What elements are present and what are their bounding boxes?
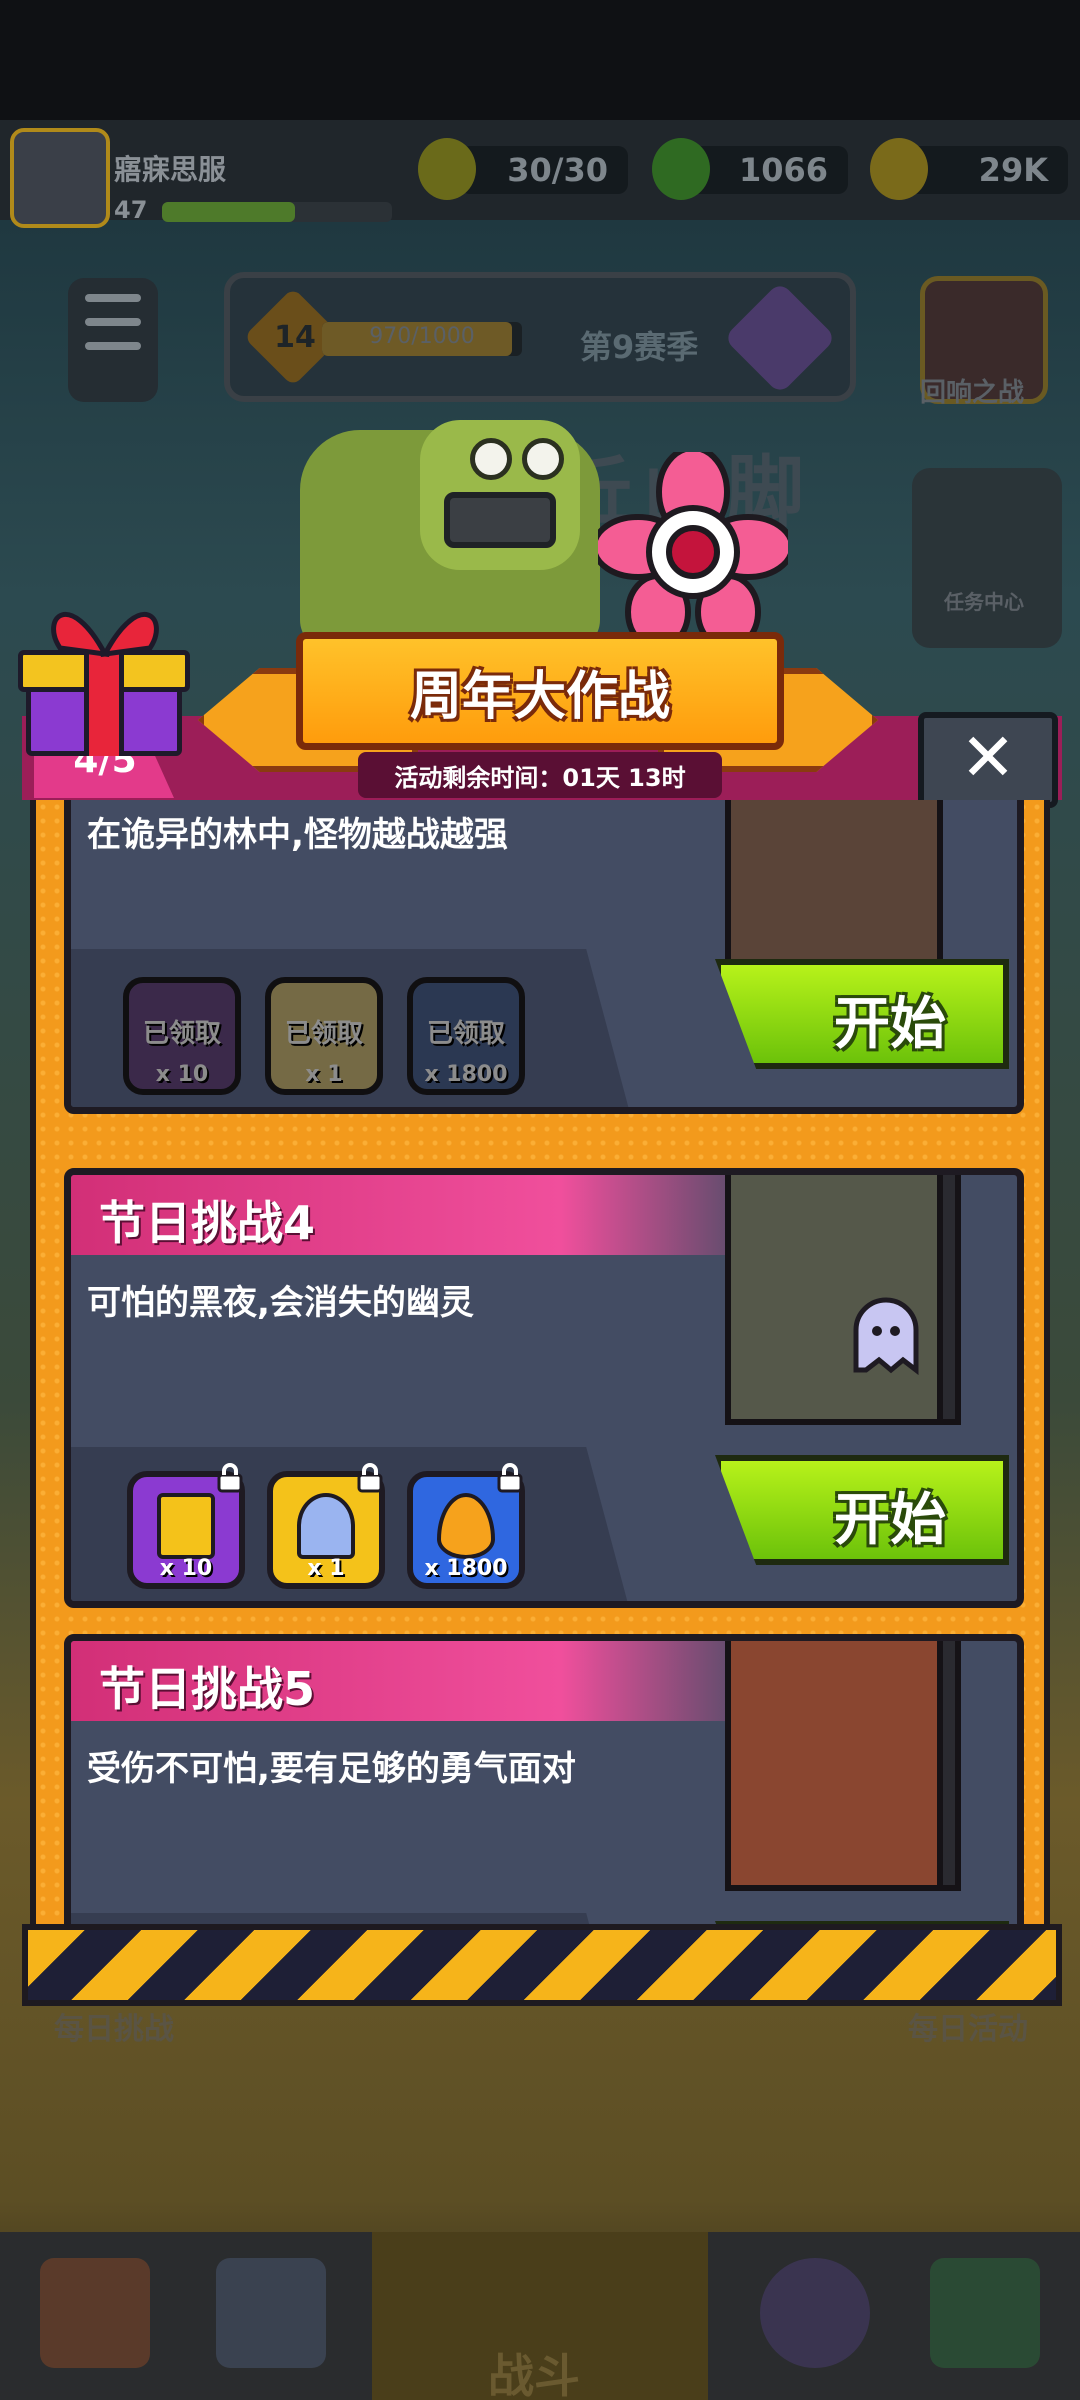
ghost-icon — [853, 1297, 919, 1375]
armor-tab-icon[interactable] — [216, 2258, 326, 2368]
player-xp-bar — [162, 202, 392, 222]
stage-thumbnail — [725, 1641, 943, 1891]
reward-claimed: 已领取 — [426, 1019, 505, 1049]
talent-tab-icon[interactable] — [760, 2258, 870, 2368]
challenge-desc: 可怕的黑夜,会消失的幽灵 — [87, 1283, 474, 1323]
challenge-card: 在诡异的林中,怪物越战越强 开始 已领取 x 10 已领取 x 1 已领取 x … — [64, 800, 1024, 1114]
event-title: 周年大作战 — [409, 667, 670, 727]
reward-count: x 1 — [305, 1062, 343, 1087]
flame-drop-icon — [437, 1493, 495, 1559]
player-name: 寤寐思服 — [114, 153, 227, 186]
echo-battle-label: 回响之战 — [920, 378, 1025, 408]
player-level: 47 — [114, 196, 148, 224]
season-pass-bar[interactable]: 14 970/1000 第9赛季 — [224, 272, 856, 402]
challenge-list[interactable]: 在诡异的林中,怪物越战越强 开始 已领取 x 10 已领取 x 1 已领取 x … — [30, 800, 1050, 2000]
gold-coin-icon[interactable] — [870, 138, 928, 200]
stage-thumbnail — [725, 800, 943, 985]
challenge-card-4: 节日挑战4 可怕的黑夜,会消失的幽灵 开始 x 10 x 1 x 1800 — [64, 1168, 1024, 1608]
season-name: 第9赛季 — [580, 328, 699, 366]
task-center-button[interactable] — [912, 468, 1062, 648]
flower-monster-icon — [598, 452, 788, 642]
daily-challenge-label[interactable]: 每日挑战 — [54, 2004, 174, 2048]
avatar[interactable] — [10, 128, 110, 228]
challenge-title: 节日挑战4 — [99, 1196, 316, 1250]
start-label: 开始 — [834, 1488, 946, 1553]
gift-bow-icon — [51, 612, 159, 658]
challenge-title: 节日挑战5 — [99, 1662, 316, 1716]
green-gem-icon[interactable] — [652, 138, 710, 200]
hazard-stripe-footer — [22, 1924, 1062, 2006]
reward-key[interactable]: 已领取 x 1 — [265, 977, 383, 1095]
lock-icon — [497, 1463, 523, 1493]
reward-count: x 1800 — [424, 1062, 508, 1087]
reward-claimed: 已领取 — [142, 1019, 221, 1049]
reward-potion[interactable]: x 10 — [127, 1463, 245, 1589]
challenge-desc: 受伤不可怕,要有足够的勇气面对 — [87, 1749, 576, 1789]
task-center-label: 任务中心 — [944, 590, 1024, 614]
event-timer: 活动剩余时间：01天 13时 — [394, 764, 686, 792]
reward-count: x 1 — [307, 1556, 345, 1581]
reward-count: x 1800 — [424, 1556, 508, 1581]
evolution-tab-icon[interactable] — [930, 2258, 1040, 2368]
challenge-desc: 在诡异的林中,怪物越战越强 — [87, 815, 508, 855]
key-icon — [297, 1493, 355, 1559]
lock-icon — [217, 1463, 243, 1493]
reward-potion[interactable]: 已领取 x 10 — [123, 977, 241, 1095]
close-button[interactable]: ✕ — [918, 712, 1058, 808]
boss-mouth-icon — [444, 492, 556, 548]
potion-icon — [157, 1493, 215, 1559]
boss-eye-icon — [522, 438, 564, 480]
energy-counter: 30/30 — [460, 146, 628, 194]
season-emblem-icon — [723, 281, 837, 395]
lock-icon — [357, 1463, 383, 1493]
reward-key[interactable]: x 1 — [267, 1463, 385, 1589]
reward-count: x 10 — [155, 1062, 209, 1087]
lightning-icon[interactable] — [418, 138, 476, 200]
reward-flame[interactable]: 已领取 x 1800 — [407, 977, 525, 1095]
reward-count: x 10 — [159, 1556, 213, 1581]
gift-ribbon — [84, 650, 124, 756]
close-icon: ✕ — [960, 719, 1016, 796]
reward-flame[interactable]: x 1800 — [407, 1463, 525, 1589]
battle-tab-label: 战斗 — [488, 2349, 580, 2400]
boss-eye-icon — [470, 438, 512, 480]
daily-activity-label[interactable]: 每日活动 — [908, 2004, 1028, 2048]
menu-button[interactable] — [68, 278, 158, 402]
start-label: 开始 — [834, 992, 946, 1057]
season-level: 14 — [274, 320, 316, 355]
reward-claimed: 已领取 — [284, 1019, 363, 1049]
shop-tab-icon[interactable] — [40, 2258, 150, 2368]
bottom-nav: 战斗 — [0, 2232, 1080, 2400]
season-xp-text: 970/1000 — [369, 324, 475, 349]
